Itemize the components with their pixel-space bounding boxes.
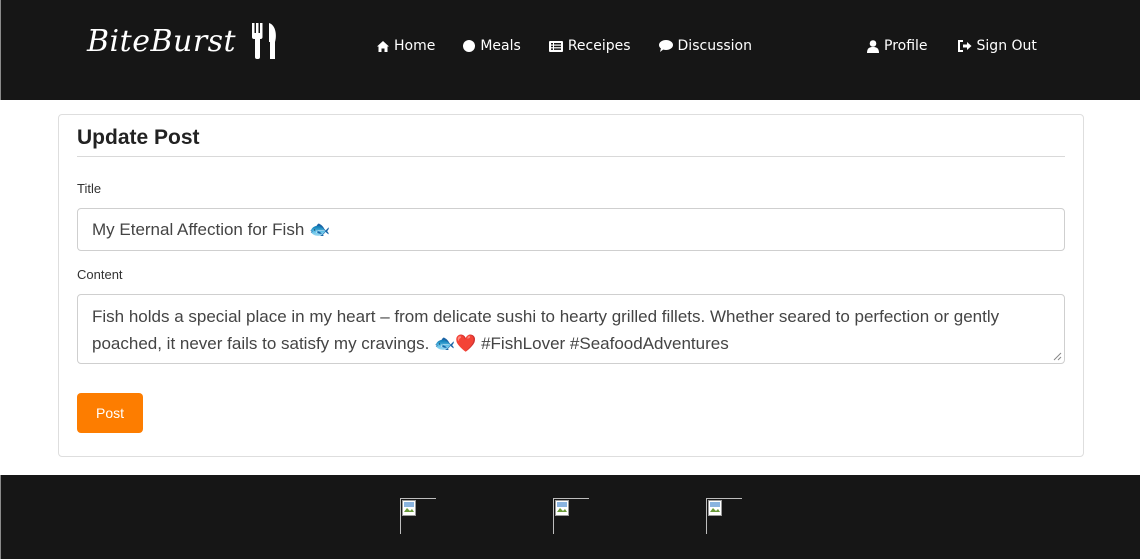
nav-discussion[interactable]: Discussion — [658, 38, 752, 54]
user-icon — [867, 39, 879, 53]
footer — [0, 475, 1140, 559]
user-nav: Profile Sign Out — [867, 38, 1037, 54]
update-post-card: Update Post Title My Eternal Affection f… — [58, 114, 1084, 457]
post-button[interactable]: Post — [77, 393, 143, 433]
comment-icon — [658, 40, 673, 52]
nav-profile-label: Profile — [884, 38, 928, 54]
nav-receipes-label: Receipes — [567, 38, 631, 54]
content-text: Fish holds a special place in my heart –… — [92, 307, 1000, 353]
nav-meals[interactable]: Meals — [463, 38, 521, 54]
nav-discussion-label: Discussion — [677, 38, 752, 54]
page-title: Update Post — [77, 126, 200, 149]
title-label: Title — [77, 181, 102, 196]
broken-image-icon — [555, 500, 569, 516]
nav-sign-out[interactable]: Sign Out — [957, 38, 1037, 54]
list-icon — [548, 40, 563, 52]
navbar: BiteBurst Home Meals Receipes Discussion… — [0, 0, 1140, 100]
nav-receipes[interactable]: Receipes — [548, 38, 631, 54]
broken-image-icon — [708, 500, 722, 516]
footer-image-3[interactable] — [706, 498, 742, 534]
main-nav: Home Meals Receipes Discussion — [377, 38, 752, 54]
footer-image-1[interactable] — [400, 498, 436, 534]
nav-home[interactable]: Home — [377, 38, 435, 54]
title-input[interactable]: My Eternal Affection for Fish 🐟 — [77, 208, 1065, 251]
nav-home-label: Home — [394, 38, 436, 54]
content-label: Content — [77, 267, 123, 282]
brand-name: BiteBurst — [87, 23, 237, 59]
content-textarea[interactable]: Fish holds a special place in my heart –… — [77, 294, 1065, 364]
nav-meals-label: Meals — [480, 38, 521, 54]
nav-sign-out-label: Sign Out — [976, 38, 1037, 54]
title-divider — [77, 156, 1065, 157]
broken-image-icon — [402, 500, 416, 516]
utensils-icon — [250, 22, 280, 60]
brand-logo[interactable]: BiteBurst — [87, 20, 280, 62]
circle-icon — [463, 40, 476, 52]
sign-out-icon — [957, 40, 972, 52]
resize-handle-icon[interactable] — [1053, 352, 1062, 361]
nav-profile[interactable]: Profile — [867, 38, 928, 54]
footer-image-2[interactable] — [553, 498, 589, 534]
home-icon — [377, 40, 389, 52]
